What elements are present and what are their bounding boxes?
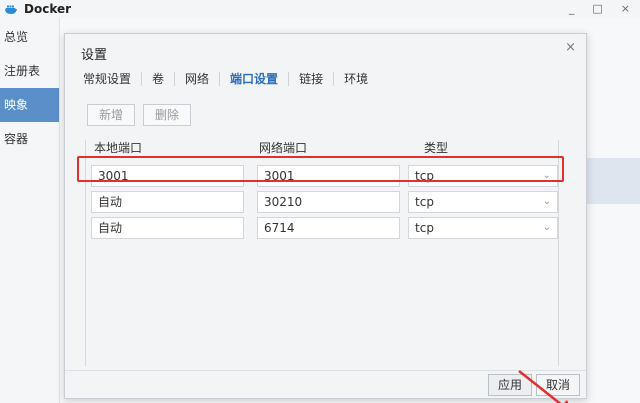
- type-value: tcp: [415, 195, 434, 209]
- annotation-arrow-icon: [518, 370, 569, 403]
- type-select[interactable]: tcp ⌄: [408, 191, 558, 213]
- table-header: 本地端口 网络端口 类型: [86, 140, 558, 156]
- tab-port-settings[interactable]: 端口设置: [220, 72, 290, 86]
- tab-volumes[interactable]: 卷: [142, 72, 176, 86]
- local-port-input[interactable]: 自动: [91, 191, 244, 213]
- window-close-button[interactable]: ×: [621, 0, 630, 18]
- sidebar-item-registry[interactable]: 注册表: [0, 54, 59, 88]
- header-network-port: 网络端口: [259, 141, 308, 155]
- tab-general[interactable]: 常规设置: [73, 72, 143, 86]
- docker-whale-icon: [5, 5, 17, 14]
- footer-divider: [65, 370, 586, 371]
- type-value: tcp: [415, 221, 434, 235]
- port-toolbar: 新增 删除: [87, 104, 191, 126]
- sidebar: 总览 注册表 映象 容器: [0, 18, 60, 403]
- tab-network[interactable]: 网络: [175, 72, 221, 86]
- sidebar-item-containers[interactable]: 容器: [0, 122, 59, 156]
- app-titlebar: Docker _ □ ×: [0, 0, 640, 18]
- app-title: Docker: [24, 2, 72, 16]
- selected-row-stripe: [586, 158, 640, 204]
- dialog-title: 设置: [81, 48, 108, 63]
- add-port-button[interactable]: 新增: [87, 104, 135, 126]
- settings-dialog: 设置 × 常规设置 卷 网络 端口设置 链接 环境 新增 删除 本地端口 网络端…: [64, 33, 587, 403]
- dialog-close-button[interactable]: ×: [565, 40, 576, 55]
- network-port-input[interactable]: 30210: [256, 191, 401, 213]
- table-row: 自动 30210 tcp ⌄: [86, 190, 558, 214]
- tab-links[interactable]: 链接: [289, 72, 335, 86]
- annotation-highlight-box: [77, 156, 564, 182]
- network-port-input[interactable]: 6714: [256, 217, 401, 239]
- header-type: 类型: [424, 141, 449, 155]
- header-local-port: 本地端口: [94, 141, 143, 155]
- local-port-input[interactable]: 自动: [91, 217, 244, 239]
- table-row: 自动 6714 tcp ⌄: [86, 216, 558, 240]
- sidebar-item-images[interactable]: 映象: [0, 88, 59, 122]
- delete-port-button[interactable]: 删除: [143, 104, 191, 126]
- maximize-button[interactable]: □: [592, 0, 602, 18]
- minimize-button[interactable]: _: [569, 0, 575, 18]
- tab-environment[interactable]: 环境: [334, 72, 378, 86]
- settings-tabs: 常规设置 卷 网络 端口设置 链接 环境: [73, 72, 378, 86]
- chevron-down-icon: ⌄: [542, 222, 551, 233]
- sidebar-item-overview[interactable]: 总览: [0, 20, 59, 54]
- chevron-down-icon: ⌄: [542, 196, 551, 207]
- type-select[interactable]: tcp ⌄: [408, 217, 558, 239]
